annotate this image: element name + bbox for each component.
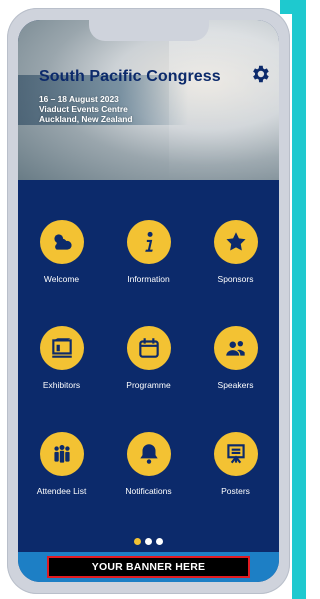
tile-label: Sponsors <box>217 274 254 284</box>
bell-icon <box>126 432 171 476</box>
footer-bar: YOUR BANNER HERE <box>18 552 279 582</box>
ad-banner[interactable]: YOUR BANNER HERE <box>47 556 250 578</box>
tile-information[interactable]: Information <box>105 220 192 284</box>
exhibitor-booth-icon <box>39 326 84 370</box>
attendees-icon <box>39 432 84 476</box>
people-icon <box>213 326 258 370</box>
gear-icon[interactable] <box>249 63 271 85</box>
event-location: Auckland, New Zealand <box>39 114 133 124</box>
page-indicator[interactable] <box>18 532 279 550</box>
page-dot[interactable] <box>145 538 152 545</box>
tile-label: Welcome <box>43 274 80 284</box>
tile-label: Posters <box>221 486 250 496</box>
info-icon <box>126 220 171 264</box>
event-info: 16 – 18 August 2023 Viaduct Events Centr… <box>39 94 133 124</box>
calendar-icon <box>126 326 171 370</box>
page-dot[interactable] <box>156 538 163 545</box>
phone-notch <box>88 20 209 41</box>
star-icon <box>213 220 258 264</box>
tile-label: Speakers <box>217 380 254 390</box>
tile-exhibitors[interactable]: Exhibitors <box>18 326 105 390</box>
tile-label: Programme <box>126 380 171 390</box>
congress-title: South Pacific Congress <box>39 68 221 85</box>
tile-sponsors[interactable]: Sponsors <box>192 220 279 284</box>
presentation-board-icon <box>213 432 258 476</box>
weather-icon <box>39 220 84 264</box>
tile-label: Notifications <box>125 486 172 496</box>
app-screen: South Pacific Congress 16 – 18 August 20… <box>18 20 279 582</box>
tile-label: Exhibitors <box>42 380 81 390</box>
accent-bar-side <box>292 14 306 599</box>
event-venue: Viaduct Events Centre <box>39 104 128 114</box>
event-dates: 16 – 18 August 2023 <box>39 94 119 104</box>
tile-speakers[interactable]: Speakers <box>192 326 279 390</box>
hero-banner: South Pacific Congress 16 – 18 August 20… <box>18 20 279 180</box>
tile-posters[interactable]: Posters <box>192 432 279 496</box>
tile-attendee-list[interactable]: Attendee List <box>18 432 105 496</box>
tile-notifications[interactable]: Notifications <box>105 432 192 496</box>
tile-label: Attendee List <box>36 486 87 496</box>
accent-bar-top <box>280 0 306 14</box>
page-dot[interactable] <box>134 538 141 545</box>
tile-programme[interactable]: Programme <box>105 326 192 390</box>
tile-label: Information <box>127 274 170 284</box>
tile-welcome[interactable]: Welcome <box>18 220 105 284</box>
phone-frame: South Pacific Congress 16 – 18 August 20… <box>7 8 290 594</box>
